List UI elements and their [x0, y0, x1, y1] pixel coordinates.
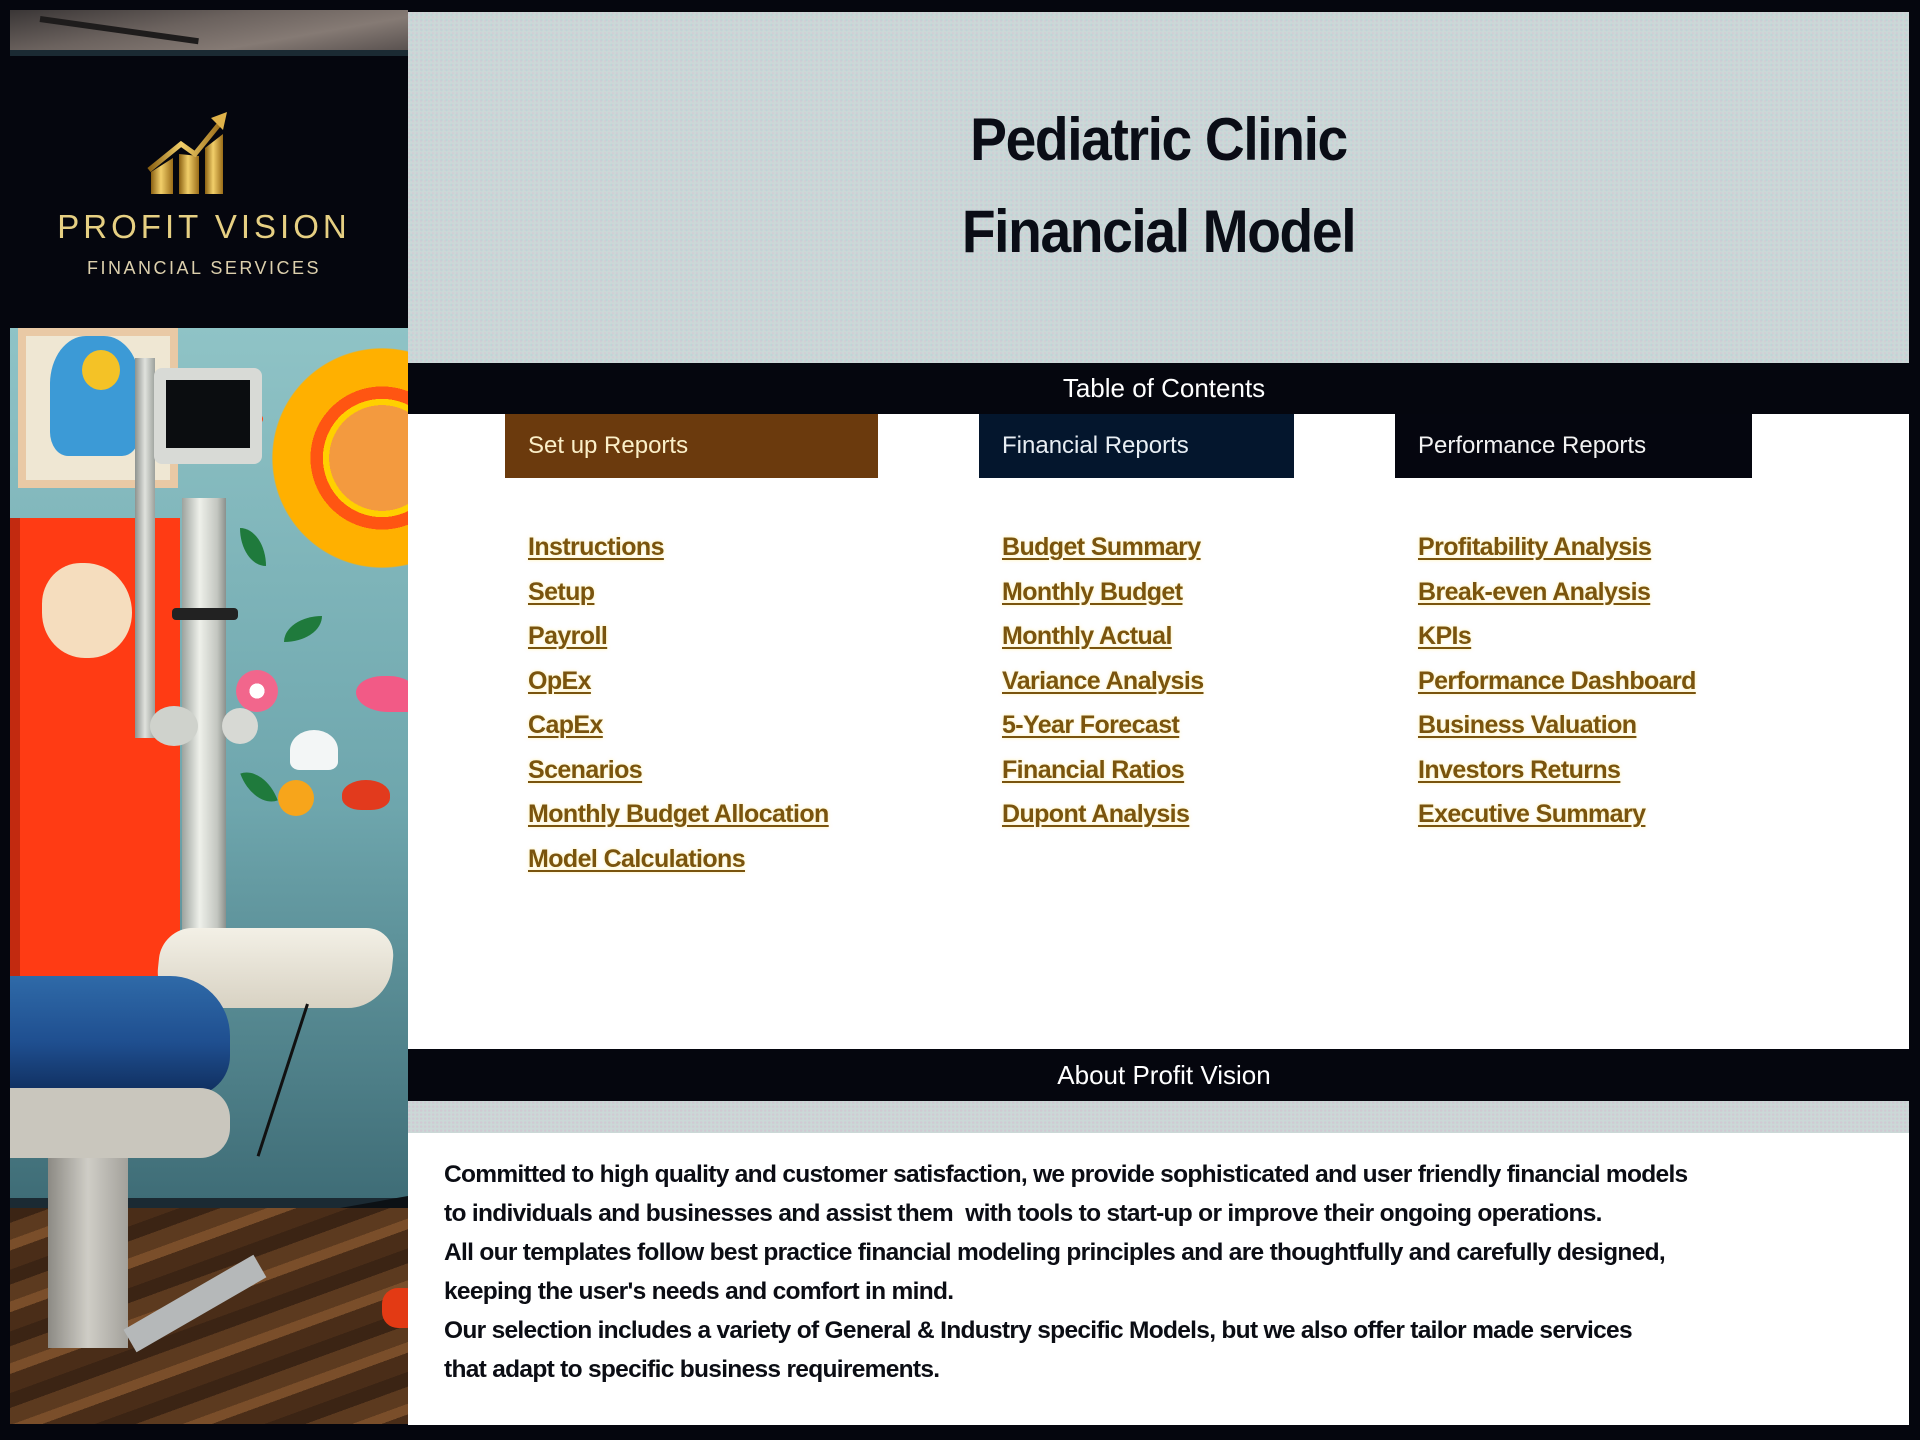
link-break-even-analysis[interactable]: Break-even Analysis	[1418, 578, 1651, 606]
toc-section: Set up Reports Financial Reports Perform…	[408, 414, 1909, 1049]
link-5-year-forecast[interactable]: 5-Year Forecast	[1002, 711, 1180, 739]
performance-reports-links: Profitability Analysis Break-even Analys…	[1418, 530, 1696, 842]
setup-reports-header: Set up Reports	[505, 414, 878, 478]
link-monthly-budget-allocation[interactable]: Monthly Budget Allocation	[528, 800, 829, 828]
clinic-photo	[10, 328, 408, 1424]
about-section: Committed to high quality and customer s…	[408, 1133, 1909, 1425]
about-line: All our templates follow best practice f…	[444, 1239, 1666, 1266]
link-profitability-analysis[interactable]: Profitability Analysis	[1418, 533, 1652, 561]
sidebar-panel: PROFIT VISION FINANCIAL SERVICES	[10, 10, 408, 1424]
brand-name: PROFIT VISION	[57, 208, 351, 245]
about-line: that adapt to specific business requirem…	[444, 1356, 940, 1383]
link-instructions[interactable]: Instructions	[528, 533, 664, 561]
about-heading: About Profit Vision	[408, 1049, 1920, 1101]
link-variance-analysis[interactable]: Variance Analysis	[1002, 667, 1204, 695]
about-line: Committed to high quality and customer s…	[444, 1161, 1688, 1188]
link-model-calculations[interactable]: Model Calculations	[528, 845, 746, 873]
about-line: keeping the user's needs and comfort in …	[444, 1278, 954, 1305]
link-kpis[interactable]: KPIs	[1418, 622, 1472, 650]
about-description: Committed to high quality and customer s…	[444, 1155, 1688, 1389]
performance-reports-header: Performance Reports	[1395, 414, 1752, 478]
about-divider-strip	[408, 1101, 1909, 1133]
ceiling-photo-strip	[10, 10, 408, 50]
about-line: to individuals and businesses and assist…	[444, 1200, 1602, 1227]
link-financial-ratios[interactable]: Financial Ratios	[1002, 756, 1185, 784]
link-performance-dashboard[interactable]: Performance Dashboard	[1418, 667, 1696, 695]
about-line: Our selection includes a variety of Gene…	[444, 1317, 1633, 1344]
link-scenarios[interactable]: Scenarios	[528, 756, 643, 784]
link-dupont-analysis[interactable]: Dupont Analysis	[1002, 800, 1190, 828]
rising-bar-chart-arrow-icon	[147, 112, 227, 194]
link-capex[interactable]: CapEx	[528, 711, 603, 739]
link-executive-summary[interactable]: Executive Summary	[1418, 800, 1646, 828]
link-business-valuation[interactable]: Business Valuation	[1418, 711, 1637, 739]
link-monthly-actual[interactable]: Monthly Actual	[1002, 622, 1172, 650]
link-monthly-budget[interactable]: Monthly Budget	[1002, 578, 1183, 606]
exam-chair	[10, 976, 230, 1096]
link-investors-returns[interactable]: Investors Returns	[1418, 756, 1621, 784]
brand-tagline: FINANCIAL SERVICES	[86, 258, 322, 278]
link-payroll[interactable]: Payroll	[528, 622, 608, 650]
link-setup[interactable]: Setup	[528, 578, 595, 606]
page-title-line-1: Pediatric Clinic	[970, 106, 1348, 173]
brand-logo: PROFIT VISION FINANCIAL SERVICES	[10, 56, 408, 338]
link-budget-summary[interactable]: Budget Summary	[1002, 533, 1201, 561]
financial-reports-links: Budget Summary Monthly Budget Monthly Ac…	[1002, 530, 1204, 842]
setup-reports-links: Instructions Setup Payroll OpEx CapEx Sc…	[528, 530, 829, 886]
financial-reports-header: Financial Reports	[979, 414, 1294, 478]
title-banner: Pediatric Clinic Financial Model	[408, 12, 1909, 363]
page-title-line-2: Financial Model	[961, 198, 1357, 265]
toc-heading: Table of Contents	[408, 363, 1920, 414]
link-opex[interactable]: OpEx	[528, 667, 592, 695]
medical-monitor	[154, 368, 262, 464]
